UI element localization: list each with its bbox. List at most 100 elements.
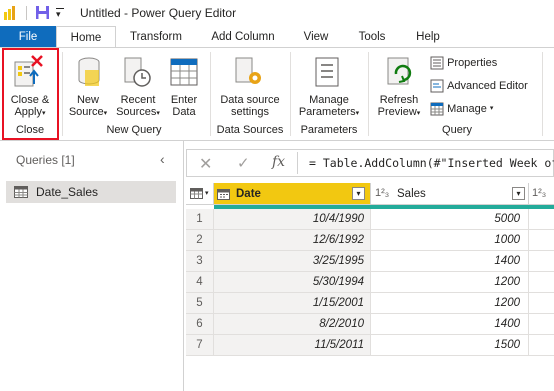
group-label-data-sources: Data Sources [216, 124, 284, 136]
ribbon-separator [62, 52, 63, 136]
data-source-settings-label-1: Data source [220, 94, 280, 106]
formula-bar-separator [297, 152, 298, 174]
cell-sales[interactable]: 1000 [371, 230, 529, 251]
title-bar-separator [26, 6, 27, 20]
cell-date[interactable]: 11/5/2011 [214, 335, 371, 356]
data-source-settings-label-2: settings [231, 106, 269, 118]
cell-next[interactable] [529, 314, 554, 335]
fx-icon[interactable]: fx [272, 154, 285, 170]
query-item-label: Date_Sales [36, 185, 99, 199]
data-source-settings-button[interactable]: Data source settings [214, 94, 286, 118]
chevron-down-icon: ▾ [355, 110, 360, 117]
queries-pane: Queries [1] ‹ Date_Sales [0, 141, 184, 391]
properties-icon [430, 56, 444, 70]
calendar-icon [217, 188, 230, 200]
close-apply-icon [12, 54, 44, 88]
cell-date[interactable]: 8/2/2010 [214, 314, 371, 335]
column-header-date[interactable]: Date ▾ [214, 183, 371, 205]
recent-sources-label-1: Recent [120, 94, 156, 106]
manage-button[interactable]: Manage ▾ [430, 102, 493, 116]
tab-transform[interactable]: Transform [120, 26, 192, 48]
advanced-editor-button[interactable]: Advanced Editor [430, 79, 528, 93]
tab-view[interactable]: View [296, 26, 336, 48]
column-filter-dropdown[interactable]: ▾ [352, 187, 365, 200]
chevron-down-icon: ▾ [56, 9, 61, 19]
query-item-date-sales[interactable]: Date_Sales [6, 181, 176, 203]
refresh-preview-button[interactable]: Refresh Preview▾ [372, 94, 426, 120]
chevron-down-icon: ▾ [42, 110, 46, 117]
column-header-label: Sales [397, 188, 426, 200]
row-number: 7 [186, 335, 214, 356]
tab-home[interactable]: Home [56, 26, 116, 48]
recent-sources-label-2: Sources [116, 106, 157, 118]
whole-number-type-icon[interactable]: 1²₃ [375, 187, 389, 199]
new-source-button[interactable]: New Source▾ [66, 94, 110, 120]
refresh-preview-label-1: Refresh [379, 94, 419, 106]
cell-next[interactable] [529, 209, 554, 230]
close-apply-label-2: Apply [14, 106, 42, 118]
cell-sales[interactable]: 1500 [371, 335, 529, 356]
cell-date[interactable]: 3/25/1995 [214, 251, 371, 272]
group-label-close: Close [15, 124, 45, 136]
whole-number-type-icon[interactable]: 1²₃ [532, 187, 546, 199]
ribbon-separator [542, 52, 543, 136]
manage-parameters-button[interactable]: Manage Parameters▾ [294, 94, 364, 120]
cell-next[interactable] [529, 230, 554, 251]
cell-date[interactable]: 12/6/1992 [214, 230, 371, 251]
formula-bar: ✕ ✓ fx = Table.AddColumn(#"Inserted Week… [186, 149, 554, 177]
formula-input[interactable]: = Table.AddColumn(#"Inserted Week of M [309, 156, 554, 170]
quick-access-toolbar-caret[interactable]: ▾ [56, 5, 66, 21]
cell-sales[interactable]: 1200 [371, 272, 529, 293]
cell-sales[interactable]: 1400 [371, 314, 529, 335]
tab-add-column[interactable]: Add Column [200, 26, 286, 48]
properties-button[interactable]: Properties [430, 56, 497, 70]
column-header-sales[interactable]: 1²₃ Sales ▾ [371, 183, 529, 205]
enter-data-button[interactable]: Enter Data [164, 94, 204, 118]
row-number: 2 [186, 230, 214, 251]
tab-help[interactable]: Help [408, 26, 448, 48]
chevron-down-icon: ▾ [489, 105, 494, 112]
cell-date[interactable]: 5/30/1994 [214, 272, 371, 293]
refresh-icon [386, 56, 416, 88]
ribbon-separator [210, 52, 211, 136]
cell-date[interactable]: 10/4/1990 [214, 209, 371, 230]
group-label-parameters: Parameters [300, 124, 358, 136]
data-source-settings-icon [234, 56, 264, 88]
manage-parameters-label-2: Parameters [298, 106, 356, 118]
row-number: 3 [186, 251, 214, 272]
cell-date[interactable]: 1/15/2001 [214, 293, 371, 314]
cell-next[interactable] [529, 293, 554, 314]
cell-next[interactable] [529, 251, 554, 272]
tab-file[interactable]: File [0, 26, 56, 48]
save-icon[interactable] [35, 5, 50, 20]
data-grid: ▾ Date ▾ 1²₃ Sales ▾ 1²₃ 1 10/4/1990 5000 2… [186, 183, 554, 391]
column-header-next[interactable]: 1²₃ [529, 183, 554, 205]
tab-tools[interactable]: Tools [350, 26, 394, 48]
chevron-down-icon: ▾ [156, 110, 160, 117]
recent-sources-button[interactable]: Recent Sources▾ [112, 94, 164, 120]
cell-next[interactable] [529, 335, 554, 356]
power-bi-app-icon [3, 5, 19, 21]
table-icon [190, 188, 203, 199]
check-icon[interactable]: ✓ [237, 154, 250, 172]
table-icon [170, 58, 198, 86]
cancel-icon[interactable]: ✕ [199, 154, 212, 174]
cell-sales[interactable]: 1200 [371, 293, 529, 314]
ribbon-home: Close & Apply▾ Close New Source▾ Recent … [0, 47, 554, 141]
table-menu-button[interactable]: ▾ [186, 183, 214, 205]
new-source-label-2: Source [68, 106, 104, 118]
row-number: 6 [186, 314, 214, 335]
column-filter-dropdown[interactable]: ▾ [512, 187, 525, 200]
table-icon [14, 186, 28, 198]
advanced-editor-label: Advanced Editor [447, 80, 528, 92]
ribbon-separator [290, 52, 291, 136]
cell-next[interactable] [529, 272, 554, 293]
manage-label: Manage [447, 103, 487, 115]
close-apply-button[interactable]: Close & Apply▾ [6, 94, 54, 120]
collapse-pane-icon[interactable]: ‹ [160, 151, 165, 167]
cell-sales[interactable]: 5000 [371, 209, 529, 230]
chevron-down-icon: ▾ [103, 110, 108, 117]
advanced-editor-icon [430, 79, 444, 93]
cell-sales[interactable]: 1400 [371, 251, 529, 272]
row-number: 5 [186, 293, 214, 314]
